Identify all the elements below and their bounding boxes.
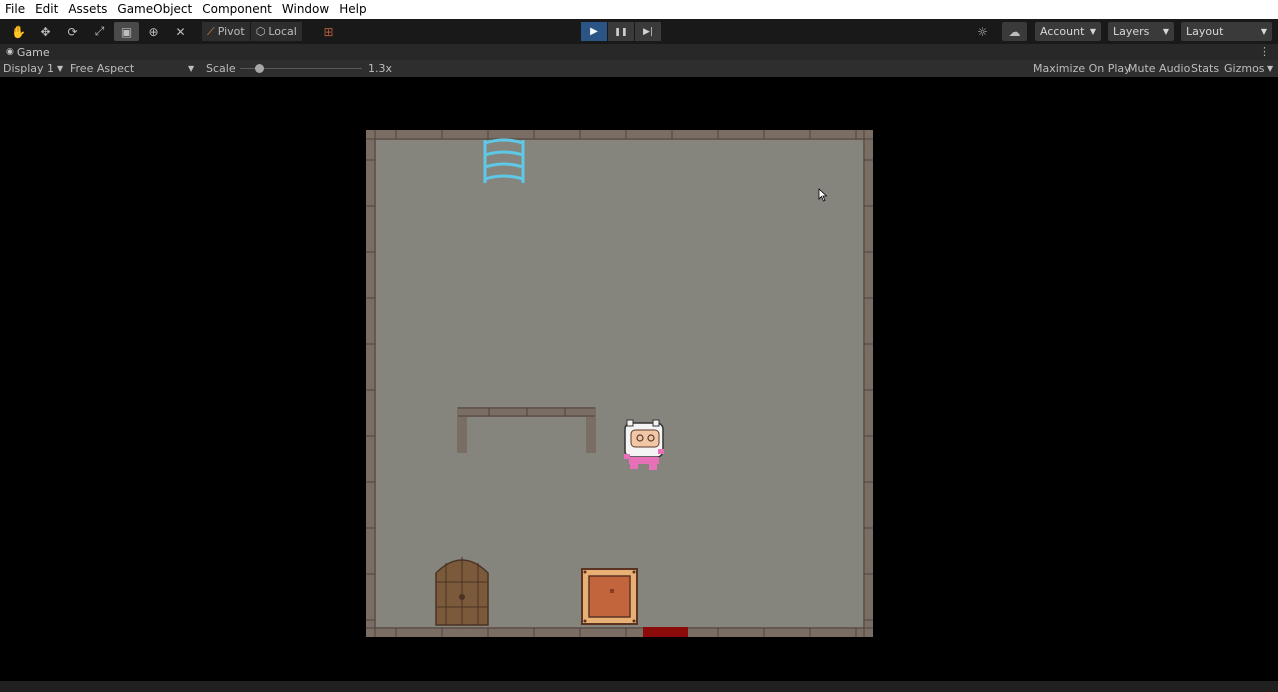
chevron-down-icon: ▼: [1162, 27, 1169, 36]
hand-icon[interactable]: ✋: [6, 22, 31, 41]
chevron-down-icon: ▼: [57, 64, 64, 73]
pivot-group: ⟋ Pivot ⬡ Local: [202, 22, 302, 41]
chevron-down-icon: ▼: [188, 64, 195, 73]
local-toggle[interactable]: ⬡ Local: [250, 22, 302, 41]
move-icon[interactable]: ✥: [33, 22, 58, 41]
services-icon[interactable]: ☼: [970, 22, 995, 41]
scale-slider-handle[interactable]: [255, 64, 264, 73]
main-toolbar: ✋ ✥ ⟳ ⤢ ▣ ⊕ ✕ ⟋ Pivot ⬡ Local ⊞ ▶ ❚❚ ▶| …: [0, 19, 1278, 44]
pause-button[interactable]: ❚❚: [608, 22, 634, 41]
custom-tool-icon[interactable]: ✕: [168, 22, 193, 41]
play-button[interactable]: ▶: [581, 22, 607, 41]
play-controls: ▶ ❚❚ ▶|: [581, 22, 662, 41]
chevron-down-icon: ▼: [1260, 27, 1267, 36]
menu-component[interactable]: Component: [197, 0, 277, 19]
local-label: Local: [268, 25, 297, 38]
gamepad-icon: ◉: [6, 47, 14, 57]
maximize-on-play-toggle[interactable]: Maximize On Play: [1033, 60, 1131, 77]
transform-tools: ✋ ✥ ⟳ ⤢ ▣ ⊕ ✕: [6, 22, 193, 41]
transform-icon[interactable]: ⊕: [141, 22, 166, 41]
room: [366, 130, 873, 637]
status-bar: [0, 681, 1278, 692]
aspect-dropdown[interactable]: Free Aspect ▼: [70, 60, 198, 77]
layers-label: Layers: [1113, 25, 1150, 38]
game-view-controlbar: Display 1 ▼ Free Aspect ▼ Scale 1.3x Max…: [0, 60, 1278, 77]
chevron-down-icon[interactable]: ▼: [1267, 60, 1273, 77]
menu-gameobject[interactable]: GameObject: [112, 0, 197, 19]
pivot-icon: ⟋: [207, 24, 215, 38]
grid-snap-icon[interactable]: ⊞: [316, 22, 341, 41]
tab-game[interactable]: ◉ Game: [0, 46, 50, 59]
menu-help[interactable]: Help: [334, 0, 371, 19]
stats-toggle[interactable]: Stats: [1191, 60, 1219, 77]
layout-label: Layout: [1186, 25, 1224, 38]
menu-assets[interactable]: Assets: [63, 0, 112, 19]
layout-dropdown[interactable]: Layout ▼: [1181, 22, 1272, 41]
rect-icon[interactable]: ▣: [114, 22, 139, 41]
account-dropdown[interactable]: Account ▼: [1035, 22, 1101, 41]
menu-bar: File Edit Assets GameObject Component Wi…: [0, 0, 1278, 19]
cloud-icon[interactable]: ☁: [1002, 22, 1027, 41]
wooden-door: [435, 557, 489, 626]
scale-value: 1.3x: [368, 62, 393, 75]
scale-label: Scale: [206, 62, 236, 75]
menu-window[interactable]: Window: [277, 0, 334, 19]
exit-marker: [643, 627, 688, 637]
tab-game-label: Game: [16, 45, 50, 59]
display-dropdown[interactable]: Display 1 ▼: [3, 60, 65, 77]
game-viewport[interactable]: [0, 77, 1278, 681]
mute-audio-toggle[interactable]: Mute Audio: [1128, 60, 1190, 77]
menu-file[interactable]: File: [0, 0, 30, 19]
gizmos-toggle[interactable]: Gizmos: [1224, 60, 1265, 77]
room-floor: [376, 140, 863, 627]
grid-snap-group: ⊞: [316, 22, 341, 41]
aspect-label: Free Aspect: [70, 62, 135, 75]
more-options-icon[interactable]: ⋮: [1259, 45, 1270, 58]
mouse-cursor-icon: [818, 188, 828, 202]
step-button[interactable]: ▶|: [635, 22, 661, 41]
pivot-label: Pivot: [217, 25, 245, 38]
local-icon: ⬡: [255, 25, 266, 38]
rotate-icon[interactable]: ⟳: [60, 22, 85, 41]
game-scene: [366, 130, 873, 637]
pivot-toggle[interactable]: ⟋ Pivot: [202, 22, 250, 41]
display-label: Display 1: [3, 62, 55, 75]
game-view-tabbar: ◉ Game ⋮: [0, 44, 1278, 60]
scale-icon[interactable]: ⤢: [87, 22, 112, 41]
layers-dropdown[interactable]: Layers ▼: [1108, 22, 1174, 41]
platform: [457, 407, 596, 453]
chevron-down-icon: ▼: [1089, 27, 1096, 36]
account-label: Account: [1040, 25, 1085, 38]
wooden-crate: [581, 568, 638, 625]
menu-edit[interactable]: Edit: [30, 0, 63, 19]
player-character: [624, 419, 664, 470]
